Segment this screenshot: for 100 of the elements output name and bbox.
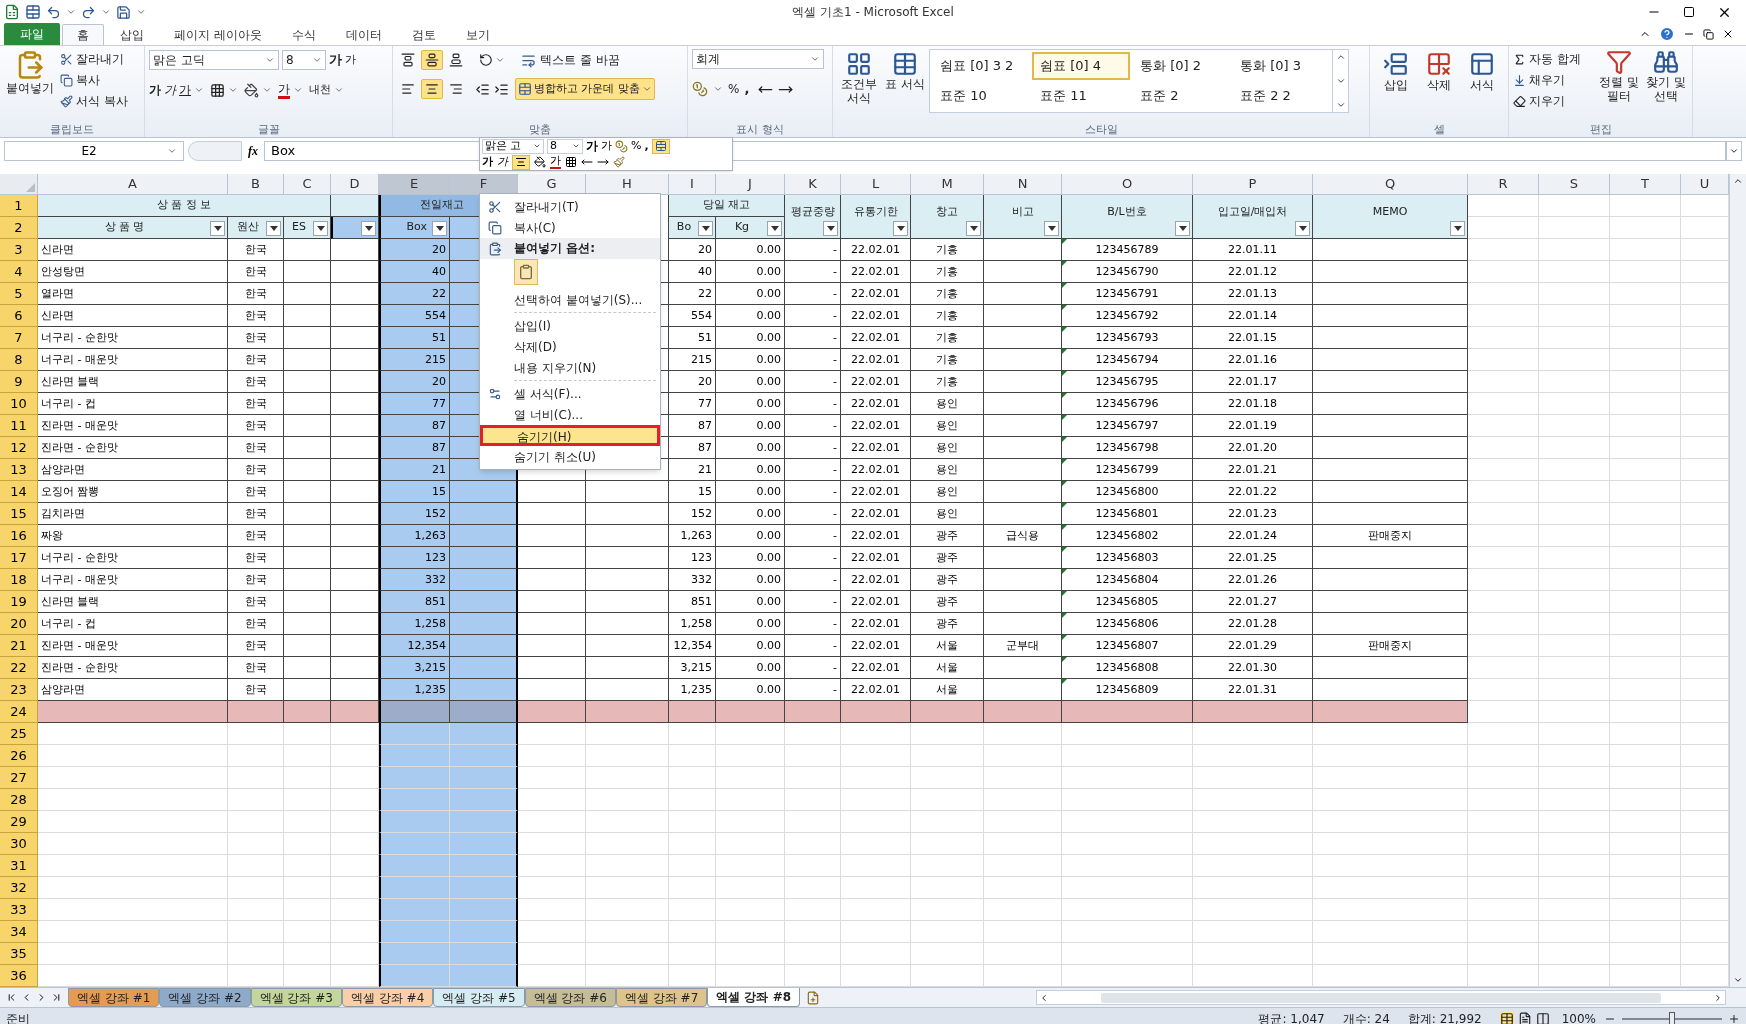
clipboard-button[interactable]: 복사 [60, 70, 128, 90]
menu-item[interactable]: 셀 서식(F)... [510, 383, 660, 404]
style-item[interactable]: 통화 [0] 2 [1132, 52, 1230, 80]
sheet-tab[interactable]: 엑셀 강좌 #4 [342, 988, 434, 1007]
sheet-tab[interactable]: 엑셀 강좌 #1 [68, 988, 160, 1007]
row-header[interactable]: 9 [0, 371, 38, 393]
menu-item[interactable]: 숨기기 취소(U) [510, 446, 660, 467]
name-box[interactable]: E2 [4, 141, 184, 161]
style-item[interactable]: 표준 10 [932, 82, 1030, 110]
column-header[interactable]: B [228, 174, 284, 195]
phonetic-button[interactable]: 내천 [309, 81, 331, 99]
row-header[interactable]: 27 [0, 767, 38, 789]
column-header[interactable]: K [785, 174, 841, 195]
row-header[interactable]: 1 [0, 195, 38, 217]
column-header[interactable]: E [379, 174, 450, 195]
row-header[interactable]: 23 [0, 679, 38, 701]
bold-button[interactable]: 가 [149, 81, 161, 99]
row-header[interactable]: 31 [0, 855, 38, 877]
sort-filter-button[interactable]: 정렬 및 필터 [1596, 49, 1642, 111]
style-item[interactable]: 쉼표 [0] 3 2 [932, 52, 1030, 80]
column-header[interactable]: P [1193, 174, 1313, 195]
style-item[interactable]: 쉼표 [0] 4 [1032, 52, 1130, 80]
sheet-tab[interactable]: 엑셀 강좌 #7 [615, 988, 708, 1007]
row-header[interactable]: 3 [0, 239, 38, 261]
italic-button[interactable]: 가 [164, 81, 176, 99]
menu-item[interactable]: 복사(C) [510, 217, 660, 238]
row-header[interactable]: 4 [0, 261, 38, 283]
row-header[interactable]: 36 [0, 965, 38, 987]
column-header[interactable]: J [716, 174, 785, 195]
wrap-text-button[interactable]: 텍스트 줄 바꿈 [521, 50, 620, 70]
font-name-field[interactable]: 맑은 고 [482, 138, 544, 154]
column-header[interactable]: S [1539, 174, 1610, 195]
ribbon-tab[interactable]: 보기 [451, 24, 504, 45]
row-header[interactable]: 13 [0, 459, 38, 481]
row-header[interactable]: 33 [0, 899, 38, 921]
column-header[interactable]: U [1681, 174, 1729, 195]
table-format-button[interactable]: 표 서식 [885, 49, 925, 123]
paste-button[interactable]: 붙여넣기 [4, 49, 56, 111]
menu-item[interactable]: 숨기기(H) [480, 425, 660, 446]
fill-button[interactable]: 채우기 [1513, 70, 1595, 90]
cells-button[interactable]: 삽입 [1376, 49, 1415, 93]
font-size-field[interactable]: 8 [547, 138, 583, 154]
menu-item[interactable]: 삽입(I) [510, 315, 660, 336]
font-color-button[interactable]: 가 [278, 81, 290, 99]
row-header[interactable]: 34 [0, 921, 38, 943]
menu-item[interactable]: 선택하여 붙여넣기(S)... [510, 289, 660, 310]
shrink-font-button[interactable]: 가 [345, 51, 356, 69]
font-name-field[interactable]: 맑은 고딕 [149, 50, 279, 70]
merge-center-button[interactable]: 병합하고 가운데 맞춤 [515, 78, 655, 100]
autosum-button[interactable]: 자동 합계 [1513, 49, 1595, 69]
row-header[interactable]: 25 [0, 723, 38, 745]
clipboard-button[interactable]: 서식 복사 [60, 91, 128, 111]
percent-button[interactable]: % [728, 80, 740, 98]
column-header[interactable]: L [841, 174, 911, 195]
row-header[interactable]: 11 [0, 415, 38, 437]
column-header[interactable]: I [669, 174, 716, 195]
cells-button[interactable]: 서식 [1463, 49, 1502, 93]
underline-button[interactable]: 가 [179, 81, 191, 99]
column-header[interactable]: O [1062, 174, 1193, 195]
column-header[interactable]: Q [1313, 174, 1468, 195]
row-header[interactable]: 22 [0, 657, 38, 679]
ribbon-tab[interactable]: 수식 [277, 24, 330, 45]
clipboard-button[interactable]: 잘라내기 [60, 49, 128, 69]
menu-item[interactable]: 삭제(D) [510, 336, 660, 357]
row-header[interactable]: 18 [0, 569, 38, 591]
row-header[interactable]: 30 [0, 833, 38, 855]
row-header[interactable]: 10 [0, 393, 38, 415]
column-header[interactable]: H [586, 174, 669, 195]
row-header[interactable]: 14 [0, 481, 38, 503]
comma-button[interactable]: , [744, 79, 750, 99]
row-header[interactable]: 15 [0, 503, 38, 525]
find-select-button[interactable]: 찾기 및 선택 [1643, 49, 1688, 111]
column-header[interactable]: T [1610, 174, 1681, 195]
row-header[interactable]: 24 [0, 701, 38, 723]
row-header[interactable]: 7 [0, 327, 38, 349]
row-header[interactable]: 6 [0, 305, 38, 327]
column-header[interactable]: R [1468, 174, 1539, 195]
ribbon-tab[interactable]: 파일 [4, 23, 60, 45]
row-header[interactable]: 28 [0, 789, 38, 811]
style-item[interactable]: 통화 [0] 3 [1232, 52, 1330, 80]
column-header[interactable]: D [331, 174, 379, 195]
font-color-button[interactable]: 가 [550, 155, 561, 169]
column-header[interactable]: M [911, 174, 984, 195]
column-header[interactable]: F [450, 174, 518, 195]
row-header[interactable]: 19 [0, 591, 38, 613]
row-header[interactable]: 21 [0, 635, 38, 657]
menu-item[interactable]: 열 너비(C)... [510, 404, 660, 425]
conditional-format-button[interactable]: 조건부 서식 [837, 49, 881, 123]
column-header[interactable]: G [518, 174, 586, 195]
sheet-tab[interactable]: 엑셀 강좌 #2 [159, 988, 251, 1007]
row-header[interactable]: 16 [0, 525, 38, 547]
column-header[interactable]: C [284, 174, 331, 195]
row-header[interactable]: 32 [0, 877, 38, 899]
function-label[interactable]: fx [242, 141, 264, 161]
style-item[interactable]: 표준 2 2 [1232, 82, 1330, 110]
row-header[interactable]: 35 [0, 943, 38, 965]
row-header[interactable]: 20 [0, 613, 38, 635]
style-item[interactable]: 표준 2 [1132, 82, 1230, 110]
row-header[interactable]: 8 [0, 349, 38, 371]
row-header[interactable]: 17 [0, 547, 38, 569]
